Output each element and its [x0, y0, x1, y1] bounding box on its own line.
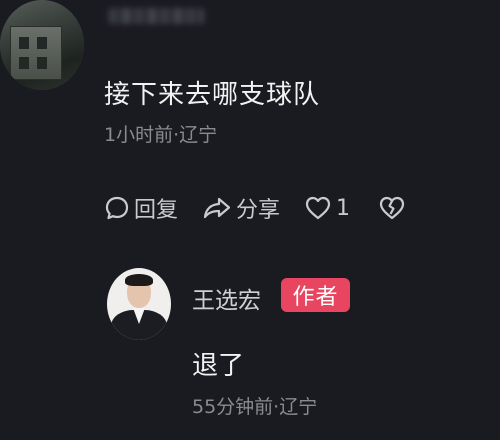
share-button[interactable]: 分享	[202, 192, 280, 224]
comment-actions: 回复 分享 1	[104, 192, 430, 224]
user-avatar[interactable]	[0, 0, 84, 90]
avatar-hair	[125, 274, 153, 286]
comment-bubble-icon	[104, 195, 130, 221]
avatar-building	[10, 26, 62, 80]
reply-label: 回复	[134, 198, 179, 223]
username-blurred[interactable]	[108, 8, 204, 24]
share-label: 分享	[236, 198, 281, 223]
heart-icon	[304, 195, 332, 221]
reply-button[interactable]: 回复	[104, 192, 178, 224]
share-arrow-icon	[202, 195, 232, 221]
dislike-button[interactable]	[378, 195, 406, 221]
comment-text: 接下来去哪支球队	[104, 80, 321, 110]
broken-heart-icon	[378, 195, 406, 221]
author-badge: 作者	[281, 278, 350, 312]
comment-meta: 1小时前·辽宁	[104, 124, 218, 146]
like-button[interactable]: 1	[304, 195, 350, 221]
reply-author-name[interactable]: 王选宏	[192, 281, 261, 315]
like-count: 1	[336, 195, 351, 221]
author-avatar[interactable]	[107, 268, 171, 340]
reply-meta: 55分钟前·辽宁	[192, 396, 318, 418]
reply-text: 退了	[192, 351, 245, 381]
